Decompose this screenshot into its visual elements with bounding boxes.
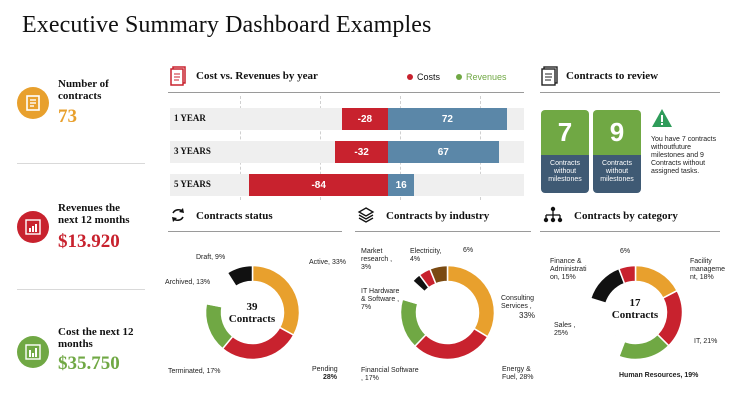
- status-label-pending-pct: 28%: [323, 374, 338, 381]
- divider: [540, 231, 720, 232]
- contracts-icon: [17, 87, 49, 119]
- page-title: Executive Summary Dashboard Examples: [22, 12, 432, 38]
- layers-icon: [357, 206, 375, 229]
- category-label-hr: Human Resources, 19%: [619, 372, 699, 379]
- review-title: Contracts to review: [566, 70, 659, 82]
- tile-value: 7: [541, 110, 589, 155]
- kpi-revenue-value: $13.920: [58, 231, 120, 252]
- revenues-legend-dot: [456, 74, 463, 80]
- cost-revenue-legend: Costs Revenues: [407, 72, 507, 82]
- industry-label-financial: Financial Software , 17%: [361, 367, 419, 382]
- divider: [168, 231, 342, 232]
- status-label-active: Active, 33%: [309, 259, 346, 266]
- costs-legend-dot: [407, 74, 413, 80]
- status-title: Contracts status: [196, 210, 273, 222]
- kpi-contracts-value: 73: [58, 106, 77, 127]
- review-document-icon: [541, 66, 559, 91]
- category-title: Contracts by category: [574, 210, 678, 222]
- cost-bar: -28: [341, 108, 388, 130]
- divider: [17, 289, 145, 290]
- legend-revenues: Revenues: [466, 72, 507, 82]
- status-center-label: 39 Contracts: [222, 301, 282, 325]
- tile-value: 9: [593, 110, 641, 155]
- tile-label: Contracts without milestones: [541, 155, 589, 193]
- industry-label-six: 6%: [463, 247, 474, 254]
- category-label-sales: Sales , 25%: [554, 322, 576, 337]
- industry-label-energy: Energy & Fuel, 28%: [502, 366, 534, 381]
- industry-label-consulting: Consulting Services ,: [501, 295, 535, 310]
- industry-label-electricity: Electricity, 4%: [410, 248, 442, 263]
- revenue-icon: [17, 211, 49, 243]
- document-icon: [170, 66, 188, 91]
- cost-revenue-title: Cost vs. Revenues by year: [196, 70, 318, 82]
- cost-revenue-chart: 1 YEAR -28 72 3 YEARS -32 67 5 YEARS -84 16: [170, 96, 524, 200]
- status-label-pending: Pending: [312, 366, 338, 373]
- slice-pending: [221, 326, 295, 361]
- category-center-text: Contracts: [611, 309, 659, 321]
- slice-energy: [413, 327, 489, 361]
- category-center-label: 17 Contracts: [605, 297, 665, 321]
- kpi-cost-label: Cost the next 12 months: [58, 326, 134, 350]
- bar-row-label: 5 YEARS: [174, 179, 211, 189]
- legend-costs: Costs: [417, 72, 441, 82]
- kpi-contracts-label: Number of contracts: [58, 78, 109, 102]
- status-center-value: 39: [246, 301, 258, 313]
- category-label-it: IT, 21%: [694, 338, 718, 345]
- cost-bar: -84: [249, 174, 388, 196]
- slice-financial: [399, 298, 427, 348]
- warning-icon: [651, 108, 673, 133]
- kpi-cost-value: $35.750: [58, 353, 120, 374]
- hierarchy-icon: [543, 206, 563, 229]
- revenue-bar: 67: [388, 141, 499, 163]
- divider: [17, 163, 145, 164]
- slice-consulting: [446, 264, 496, 338]
- review-note: You have 7 contracts withoutfuture miles…: [651, 136, 717, 175]
- industry-title: Contracts by industry: [386, 210, 490, 222]
- revenue-bar: 16: [388, 174, 415, 196]
- divider: [540, 92, 720, 93]
- review-tile-milestones[interactable]: 7 Contracts without milestones: [541, 110, 589, 193]
- bar-row-label: 3 YEARS: [174, 146, 211, 156]
- status-center-text: Contracts: [228, 313, 276, 325]
- status-label-archived: Archived, 13%: [165, 279, 211, 286]
- industry-label-consulting-pct: 33%: [519, 311, 536, 320]
- industry-donut-chart: [399, 264, 496, 361]
- category-center-value: 17: [629, 297, 641, 309]
- revenue-bar: 72: [388, 108, 507, 130]
- kpi-revenue-label: Revenues the next 12 months: [58, 202, 130, 226]
- category-label-finance: Finance & Administrati on, 15%: [550, 258, 587, 281]
- category-label-six: 6%: [620, 248, 631, 255]
- tile-label: Contracts without milestones: [593, 155, 641, 193]
- status-label-terminated: Terminated, 17%: [168, 368, 221, 375]
- industry-label-market: Market research , 3%: [361, 248, 393, 271]
- divider: [355, 231, 531, 232]
- divider: [168, 92, 524, 93]
- category-label-facility: Facility manageme nt, 18%: [690, 258, 726, 281]
- bar-row-label: 1 YEAR: [174, 113, 206, 123]
- review-tile-tasks[interactable]: 9 Contracts without milestones: [593, 110, 641, 193]
- industry-label-it: IT Hardware & Software , 7%: [361, 288, 400, 311]
- cost-icon: [17, 336, 49, 368]
- refresh-icon: [170, 207, 186, 228]
- status-label-draft: Draft, 9%: [196, 254, 226, 261]
- slice-human-resources: [617, 333, 670, 361]
- cost-bar: -32: [335, 141, 388, 163]
